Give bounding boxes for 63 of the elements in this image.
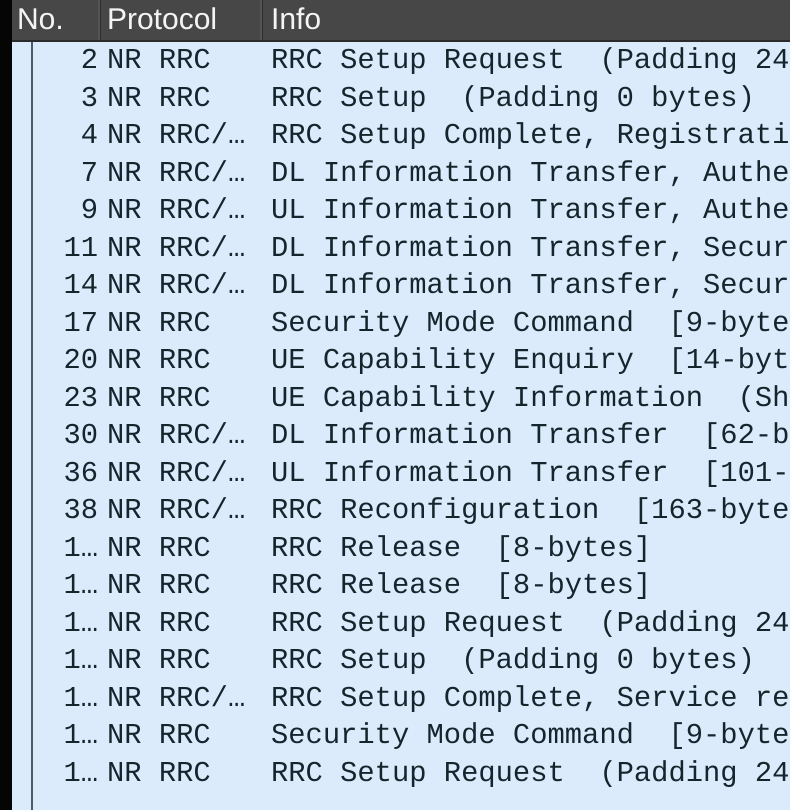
protocol-name: NR RRC/… [106,493,246,529]
packet-number: 30 [62,418,99,454]
packet-info: RRC Setup Complete, Registrati [270,118,790,154]
packet-info: RRC Setup Request (Padding 24 [270,43,790,79]
protocol-name: NR RRC/… [106,230,246,266]
protocol-name: NR RRC [106,343,212,379]
packet-info: RRC Release [8-bytes] [270,568,652,604]
column-header[interactable]: Protocol [101,0,263,40]
packet-number: 7 [80,156,99,192]
protocol-name: NR RRC [106,568,212,604]
protocol-name: NR RRC [106,380,212,416]
packet-number: 1… [62,606,99,642]
packet-info: UE Capability Information (Sh [270,380,790,416]
packet-number: 9 [80,193,99,229]
packet-number: 38 [62,493,99,529]
protocol-name: NR RRC [106,756,212,792]
packet-info: DL Information Transfer, Authe [270,156,790,192]
packet-info: Security Mode Command [9-byte [270,306,790,342]
packet-number: 4 [80,118,99,154]
packet-info: RRC Setup Complete, Service re [270,680,790,716]
column-header[interactable]: Info [263,0,790,40]
packet-number: 1… [62,568,99,604]
protocol-name: NR RRC/… [106,680,246,716]
packet-info: RRC Release [8-bytes] [270,530,652,566]
packet-number: 1… [62,530,99,566]
packet-info: RRC Reconfiguration [163-byte [270,493,790,529]
protocol-name: NR RRC/… [106,118,246,154]
packet-info: UE Capability Enquiry [14-byt [270,343,790,379]
packet-number: 14 [62,268,99,304]
packet-info: RRC Setup (Padding 0 bytes) [270,643,756,679]
packet-number: 20 [62,343,99,379]
protocol-name: NR RRC [106,643,212,679]
packet-number: 1… [62,756,99,792]
protocol-name: NR RRC/… [106,418,246,454]
packet-number: 17 [62,306,99,342]
protocol-name: NR RRC [106,80,212,116]
packet-number: 23 [62,380,99,416]
packet-info: DL Information Transfer [62-b [270,418,790,454]
protocol-name: NR RRC/… [106,193,246,229]
packet-info: RRC Setup (Padding 0 bytes) [270,80,756,116]
packet-number: 1… [62,643,99,679]
packet-info: DL Information Transfer, Secur [270,230,790,266]
protocol-name: NR RRC/… [106,156,246,192]
packet-info: DL Information Transfer, Secur [270,268,790,304]
packet-number: 3 [80,80,99,116]
protocol-name: NR RRC [106,530,212,566]
packet-number: 11 [62,230,99,266]
packet-number: 1… [62,718,99,754]
protocol-name: NR RRC [106,718,212,754]
protocol-name: NR RRC/… [106,268,246,304]
packet-info: UL Information Transfer [101- [270,456,790,492]
protocol-name: NR RRC [106,606,212,642]
packet-number: 1… [62,680,99,716]
protocol-name: NR RRC [106,43,212,79]
packet-info: RRC Setup Request (Padding 24 [270,606,790,642]
column-header[interactable]: No. [12,0,101,40]
protocol-name: NR RRC [106,306,212,342]
packet-info: Security Mode Command [9-byte [270,718,790,754]
packet-info: RRC Setup Request (Padding 24 [270,756,790,792]
protocol-name: NR RRC/… [106,456,246,492]
packet-number: 36 [62,456,99,492]
packet-number: 2 [80,43,99,79]
packet-info: UL Information Transfer, Authe [270,193,790,229]
